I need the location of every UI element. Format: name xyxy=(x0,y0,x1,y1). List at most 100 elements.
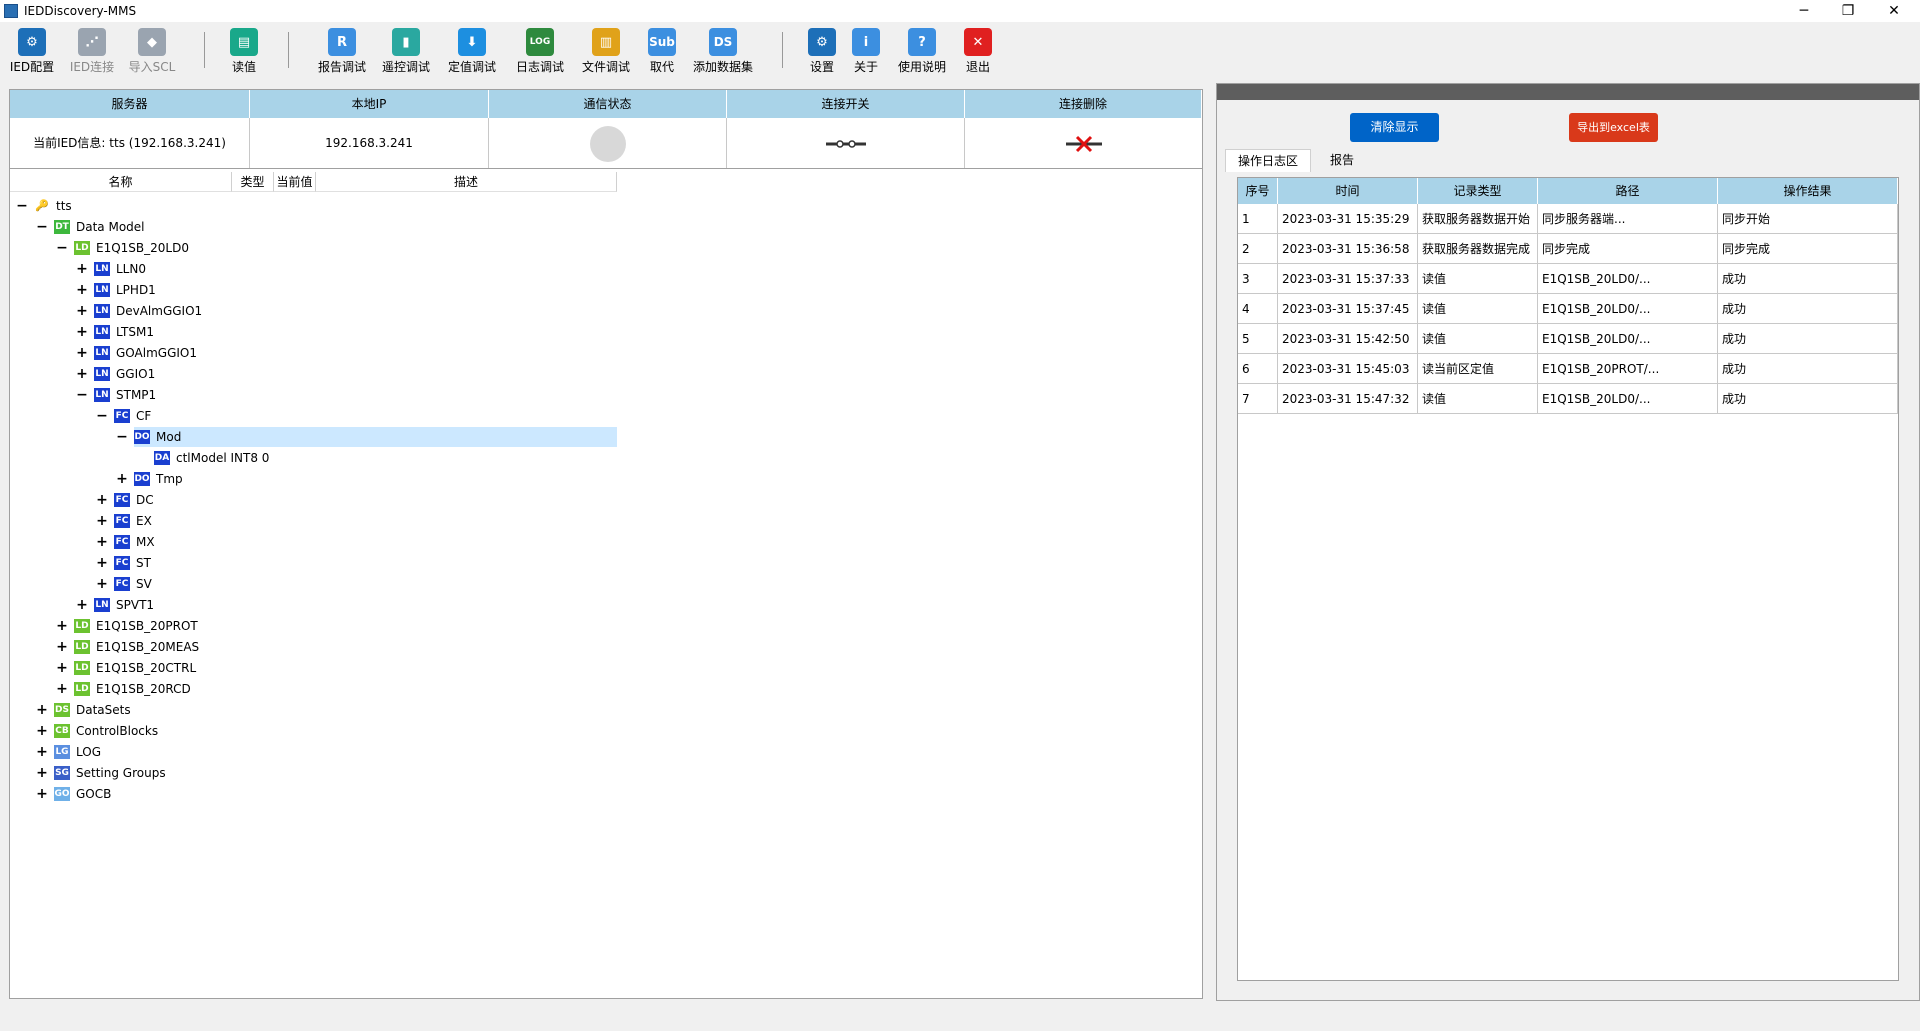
toolbar-button-7[interactable]: LOG 日志调试 xyxy=(510,26,570,78)
maximize-button[interactable]: ❐ xyxy=(1826,0,1870,22)
expand-icon[interactable]: + xyxy=(96,511,108,531)
connect-switch-cell[interactable] xyxy=(727,118,965,168)
tree-node-label: GOAlmGGIO1 xyxy=(116,346,197,360)
toolbar-button-11[interactable]: ⚙ 设置 xyxy=(804,26,840,78)
log-table-cell: 成功 xyxy=(1718,264,1898,294)
toolbar-button-2[interactable]: ◆ 导入SCL xyxy=(124,26,180,78)
expand-icon[interactable]: + xyxy=(56,679,68,699)
tab-operation-log[interactable]: 操作日志区 xyxy=(1225,149,1311,172)
tree-node[interactable]: + CB ControlBlocks xyxy=(10,721,617,741)
expand-icon[interactable]: + xyxy=(76,322,88,342)
tree-node[interactable]: + LD E1Q1SB_20PROT xyxy=(10,616,617,636)
tree-node[interactable]: + LN LTSM1 xyxy=(10,322,617,342)
ln-badge-icon: LN xyxy=(94,598,110,612)
toolbar-button-9[interactable]: Sub 取代 xyxy=(644,26,680,78)
collapse-icon[interactable]: − xyxy=(76,385,88,405)
toolbar-button-3[interactable]: ▤ 读值 xyxy=(222,26,266,78)
remote-control-icon: ▮ xyxy=(392,28,420,56)
expand-icon[interactable]: + xyxy=(56,637,68,657)
log-table-cell: 6 xyxy=(1238,354,1278,384)
tree-node[interactable]: − LN STMP1 xyxy=(10,385,617,405)
expand-icon[interactable]: + xyxy=(76,259,88,279)
tree-node-label: STMP1 xyxy=(116,388,157,402)
tree-node[interactable]: + DS DataSets xyxy=(10,700,617,720)
switch-icon[interactable] xyxy=(824,137,868,151)
tree-node[interactable]: + LN GOAlmGGIO1 xyxy=(10,343,617,363)
expand-icon[interactable]: + xyxy=(36,784,48,804)
export-excel-button[interactable]: 导出到excel表 xyxy=(1569,113,1658,142)
minimize-button[interactable]: ─ xyxy=(1782,0,1826,22)
tree-node[interactable]: − LD E1Q1SB_20LD0 xyxy=(10,238,617,258)
collapse-icon[interactable]: − xyxy=(96,406,108,426)
tab-report[interactable]: 报告 xyxy=(1317,149,1367,171)
clear-display-button[interactable]: 清除显示 xyxy=(1350,113,1439,142)
expand-icon[interactable]: + xyxy=(56,616,68,636)
toolbar-button-14[interactable]: ✕ 退出 xyxy=(960,26,996,78)
toolbar-button-12[interactable]: i 关于 xyxy=(848,26,884,78)
tree-node[interactable]: − 🔑 tts xyxy=(10,196,617,216)
tree-node[interactable]: + FC ST xyxy=(10,553,617,573)
tree-node[interactable]: + FC MX xyxy=(10,532,617,552)
connect-delete-cell[interactable] xyxy=(965,118,1202,168)
tree-node[interactable]: + FC EX xyxy=(10,511,617,531)
tree-node[interactable]: + LN SPVT1 xyxy=(10,595,617,615)
tree-node[interactable]: − FC CF xyxy=(10,406,617,426)
toolbar-button-0[interactable]: ⚙ IED配置 xyxy=(8,26,56,78)
tree-node[interactable]: + LN GGIO1 xyxy=(10,364,617,384)
tree-node[interactable]: + LN LLN0 xyxy=(10,259,617,279)
tree-node[interactable]: + LD E1Q1SB_20CTRL xyxy=(10,658,617,678)
tree-node[interactable]: + LD E1Q1SB_20RCD xyxy=(10,679,617,699)
log-header-cell: 操作结果 xyxy=(1718,178,1898,204)
toolbar-button-5[interactable]: ▮ 遥控调试 xyxy=(378,26,434,78)
close-button[interactable]: ✕ xyxy=(1872,0,1916,22)
expand-icon[interactable]: + xyxy=(36,721,48,741)
collapse-icon[interactable]: − xyxy=(36,217,48,237)
expand-icon[interactable]: + xyxy=(96,490,108,510)
expand-icon[interactable]: + xyxy=(96,553,108,573)
tree-node-label: EX xyxy=(136,514,152,528)
expand-icon[interactable]: + xyxy=(96,532,108,552)
expand-icon[interactable]: + xyxy=(76,364,88,384)
toolbar-button-10[interactable]: DS 添加数据集 xyxy=(690,26,756,78)
collapse-icon[interactable]: − xyxy=(116,427,128,447)
tree-node[interactable]: DA ctlModel INT8 0 xyxy=(10,448,617,468)
log-table-cell: 2023-03-31 15:36:58 xyxy=(1278,234,1418,264)
tree-node[interactable]: + LD E1Q1SB_20MEAS xyxy=(10,637,617,657)
file-folder-icon: ▥ xyxy=(592,28,620,56)
expand-icon[interactable]: + xyxy=(36,742,48,762)
toolbar-button-1[interactable]: ⋰ IED连接 xyxy=(64,26,120,78)
expand-icon[interactable]: + xyxy=(116,469,128,489)
toolbar-button-8[interactable]: ▥ 文件调试 xyxy=(578,26,634,78)
tree-node[interactable]: + LN LPHD1 xyxy=(10,280,617,300)
expand-icon[interactable]: + xyxy=(76,343,88,363)
server-table: 服务器 本地IP 通信状态 连接开关 连接删除 当前IED信息: tts (19… xyxy=(10,90,1202,169)
toolbar-button-13[interactable]: ? 使用说明 xyxy=(892,26,952,78)
expand-icon[interactable]: + xyxy=(36,763,48,783)
collapse-icon[interactable]: − xyxy=(16,196,28,216)
lg-badge-icon: LG xyxy=(54,745,70,759)
header-connect-switch: 连接开关 xyxy=(727,90,965,118)
tree-node[interactable]: + LN DevAlmGGIO1 xyxy=(10,301,617,321)
expand-icon[interactable]: + xyxy=(76,280,88,300)
delete-connection-icon[interactable] xyxy=(1064,135,1104,153)
expand-icon[interactable]: + xyxy=(36,700,48,720)
tree-node[interactable]: + FC SV xyxy=(10,574,617,594)
log-table-cell: 读值 xyxy=(1418,324,1538,354)
tree-node[interactable]: − DT Data Model xyxy=(10,217,617,237)
log-table-cell: 获取服务器数据开始 xyxy=(1418,204,1538,234)
toolbar-button-6[interactable]: ⬇ 定值调试 xyxy=(444,26,500,78)
tree-node[interactable]: + DO Tmp xyxy=(10,469,617,489)
tree-node[interactable]: + LG LOG xyxy=(10,742,617,762)
tree-node[interactable]: + FC DC xyxy=(10,490,617,510)
expand-icon[interactable]: + xyxy=(96,574,108,594)
tree-node[interactable]: + SG Setting Groups xyxy=(10,763,617,783)
expand-icon[interactable]: + xyxy=(56,658,68,678)
toolbar-button-4[interactable]: R 报告调试 xyxy=(310,26,374,78)
network-nodes-icon: ⋰ xyxy=(78,28,106,56)
collapse-icon[interactable]: − xyxy=(56,238,68,258)
expand-icon[interactable]: + xyxy=(76,595,88,615)
tree-node[interactable]: + GO GOCB xyxy=(10,784,617,804)
tree-node[interactable]: − DO Mod xyxy=(116,427,617,447)
local-ip-value: 192.168.3.241 xyxy=(250,118,489,168)
expand-icon[interactable]: + xyxy=(76,301,88,321)
